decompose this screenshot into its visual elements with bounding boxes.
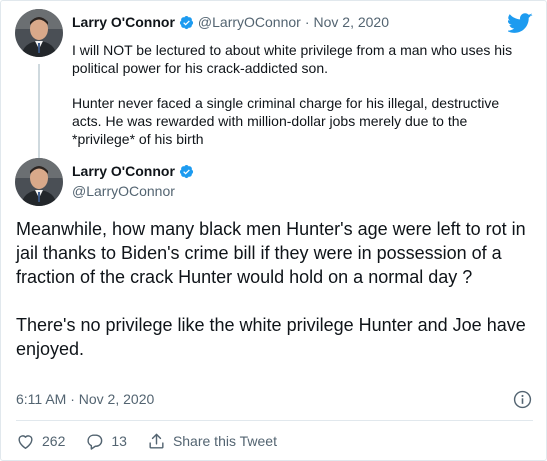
reply-count: 13 bbox=[111, 433, 127, 449]
tweet-embed-card: Larry O'Connor @LarryOConnor · Nov 2, 20… bbox=[0, 0, 547, 461]
main-tweet-author-name-row: Larry O'Connor bbox=[72, 163, 194, 179]
parent-tweet-paragraph: I will NOT be lectured to about white pr… bbox=[72, 42, 513, 76]
main-tweet-text: Meanwhile, how many black men Hunter's a… bbox=[16, 217, 536, 361]
parent-tweet-date[interactable]: Nov 2, 2020 bbox=[314, 14, 390, 30]
main-tweet-paragraph: Meanwhile, how many black men Hunter's a… bbox=[16, 219, 526, 287]
twitter-bird-icon[interactable] bbox=[508, 13, 533, 34]
reply-icon bbox=[87, 433, 103, 450]
main-tweet-handle-row: @LarryOConnor bbox=[72, 183, 175, 199]
thread-connector-line bbox=[38, 64, 40, 158]
verified-badge-icon bbox=[179, 164, 193, 178]
like-count: 262 bbox=[42, 433, 66, 449]
info-icon[interactable] bbox=[513, 390, 532, 409]
share-label: Share this Tweet bbox=[172, 433, 277, 449]
tweet-actions-bar: 262 13 Share this Tweet bbox=[16, 431, 277, 451]
parent-tweet-text: I will NOT be lectured to about white pr… bbox=[72, 41, 532, 148]
main-author-name[interactable]: Larry O'Connor bbox=[72, 163, 175, 179]
tweet-timestamp[interactable]: 6:11 AM · Nov 2, 2020 bbox=[16, 391, 154, 407]
parent-author-avatar[interactable] bbox=[15, 9, 63, 57]
like-button[interactable]: 262 bbox=[16, 432, 65, 451]
verified-badge-icon bbox=[179, 15, 193, 29]
parent-author-name[interactable]: Larry O'Connor bbox=[72, 14, 175, 30]
main-tweet-paragraph: There's no privilege like the white priv… bbox=[16, 315, 526, 359]
main-author-handle[interactable]: @LarryOConnor bbox=[72, 183, 175, 199]
share-icon bbox=[149, 433, 164, 449]
heart-icon bbox=[18, 434, 33, 449]
share-button[interactable]: Share this Tweet bbox=[147, 432, 277, 451]
parent-tweet-paragraph: Hunter never faced a single criminal cha… bbox=[72, 95, 500, 147]
header-separator: · bbox=[304, 14, 310, 30]
main-author-avatar[interactable] bbox=[15, 158, 63, 206]
reply-button[interactable]: 13 bbox=[85, 432, 127, 451]
actions-divider bbox=[16, 420, 533, 421]
parent-tweet-header: Larry O'Connor @LarryOConnor · Nov 2, 20… bbox=[72, 14, 389, 30]
parent-author-handle[interactable]: @LarryOConnor bbox=[198, 14, 301, 30]
